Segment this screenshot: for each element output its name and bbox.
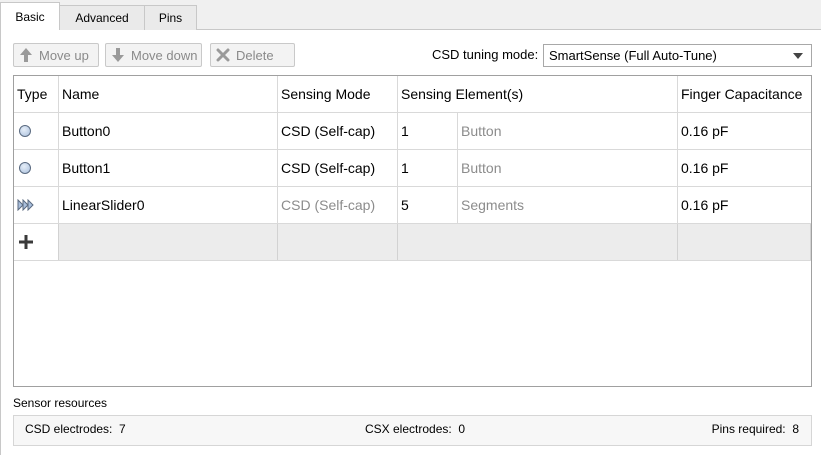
tab-basic-label: Basic	[15, 9, 45, 24]
linear-slider-icon	[17, 199, 35, 211]
sensing-mode-cell[interactable]: CSD (Self-cap)	[278, 150, 398, 186]
pins-required-label: Pins required:	[711, 422, 786, 436]
csx-electrodes: CSX electrodes: 0	[365, 422, 465, 436]
name-cell[interactable]: Button1	[59, 150, 278, 186]
header-name[interactable]: Name	[59, 76, 278, 112]
csd-electrodes-label: CSD electrodes:	[25, 422, 113, 436]
empty-cell	[678, 224, 811, 260]
arrow-down-icon	[111, 47, 125, 63]
header-sensing-elements[interactable]: Sensing Element(s)	[398, 76, 678, 112]
delete-label: Delete	[236, 47, 274, 63]
add-widget-button[interactable]	[14, 224, 59, 260]
csx-electrodes-value: 0	[458, 422, 466, 436]
element-count-cell[interactable]: 1	[398, 113, 458, 149]
chevron-down-icon	[793, 53, 803, 59]
tuning-mode-label: CSD tuning mode:	[432, 47, 539, 62]
arrow-up-icon	[19, 47, 33, 63]
move-up-label: Move up	[39, 47, 89, 63]
tab-pins[interactable]: Pins	[144, 5, 197, 30]
tab-basic[interactable]: Basic	[0, 2, 60, 30]
empty-cell	[278, 224, 398, 260]
header-finger-capacitance[interactable]: Finger Capacitance	[678, 76, 811, 112]
tuning-mode-value: SmartSense (Full Auto-Tune)	[549, 48, 717, 63]
pins-required: Pins required: 8	[712, 422, 799, 436]
table-row[interactable]: LinearSlider0 CSD (Self-cap) 5 Segments …	[14, 187, 811, 224]
delete-icon	[216, 47, 230, 63]
finger-capacitance-cell[interactable]: 0.16 pF	[678, 150, 811, 186]
type-cell	[14, 150, 59, 186]
name-cell[interactable]: LinearSlider0	[59, 187, 278, 223]
empty-cell	[398, 224, 678, 260]
element-type-cell: Button	[458, 113, 678, 149]
move-down-button[interactable]: Move down	[105, 43, 202, 67]
name-cell[interactable]: Button0	[59, 113, 278, 149]
tab-advanced-label: Advanced	[75, 11, 129, 25]
add-widget-row	[14, 224, 811, 261]
sensor-resources-panel: CSD electrodes: 7 CSX electrodes: 0 Pins…	[13, 415, 812, 446]
button-widget-icon	[19, 162, 31, 174]
csd-electrodes: CSD electrodes: 7	[25, 422, 126, 436]
table-row[interactable]: Button1 CSD (Self-cap) 1 Button 0.16 pF	[14, 150, 811, 187]
sensing-mode-cell[interactable]: CSD (Self-cap)	[278, 113, 398, 149]
move-down-label: Move down	[131, 47, 198, 63]
pins-required-value: 8	[792, 422, 799, 436]
tuning-mode-select[interactable]: SmartSense (Full Auto-Tune)	[543, 44, 812, 67]
table-header-row: Type Name Sensing Mode Sensing Element(s…	[14, 76, 811, 113]
sensor-resources-title: Sensor resources	[13, 396, 108, 410]
plus-icon	[17, 233, 35, 251]
tab-pins-label: Pins	[158, 11, 183, 25]
finger-capacitance-cell[interactable]: 0.16 pF	[678, 113, 811, 149]
widget-table: Type Name Sensing Mode Sensing Element(s…	[13, 75, 812, 387]
element-count-cell[interactable]: 5	[398, 187, 458, 223]
csd-electrodes-value: 7	[119, 422, 126, 436]
move-up-button[interactable]: Move up	[13, 43, 99, 67]
header-sensing-mode[interactable]: Sensing Mode	[278, 76, 398, 112]
sensing-mode-cell: CSD (Self-cap)	[278, 187, 398, 223]
element-type-cell: Button	[458, 150, 678, 186]
header-type[interactable]: Type	[14, 76, 59, 112]
element-count-cell[interactable]: 1	[398, 150, 458, 186]
finger-capacitance-cell[interactable]: 0.16 pF	[678, 187, 811, 223]
table-row[interactable]: Button0 CSD (Self-cap) 1 Button 0.16 pF	[14, 113, 811, 150]
tab-bar: Basic Advanced Pins	[0, 0, 821, 30]
empty-cell	[59, 224, 278, 260]
element-type-cell: Segments	[458, 187, 678, 223]
type-cell	[14, 187, 59, 223]
csx-electrodes-label: CSX electrodes:	[365, 422, 452, 436]
delete-button[interactable]: Delete	[210, 43, 295, 67]
type-cell	[14, 113, 59, 149]
tab-advanced[interactable]: Advanced	[59, 5, 145, 30]
button-widget-icon	[19, 125, 31, 137]
